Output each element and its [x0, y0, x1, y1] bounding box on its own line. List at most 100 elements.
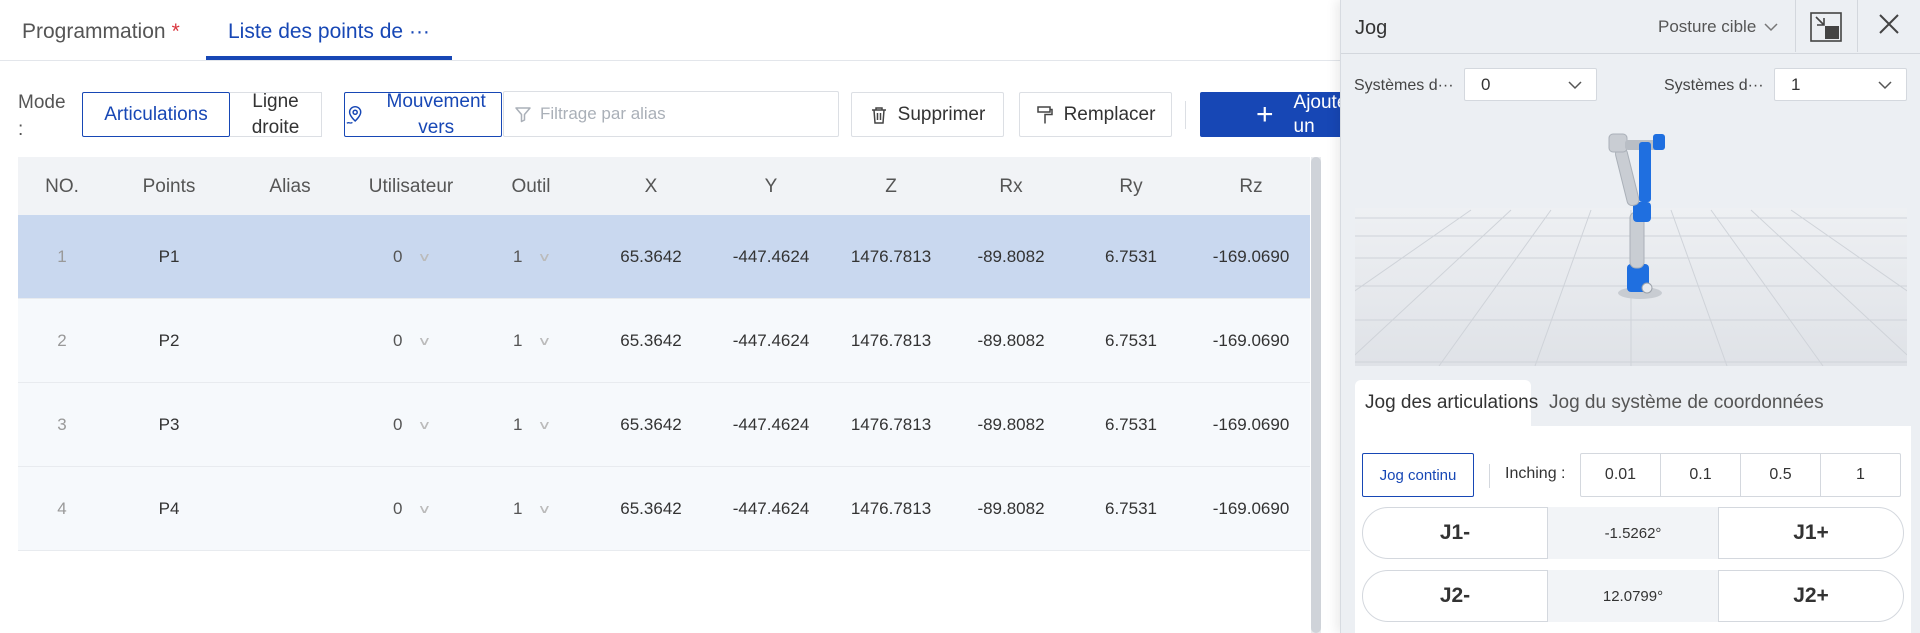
cell-x: 65.3642	[620, 247, 682, 266]
alias-filter[interactable]	[503, 91, 839, 137]
col-header-x: X	[644, 176, 658, 197]
j2-minus-button[interactable]: J2-	[1362, 570, 1548, 622]
col-header-z: Z	[885, 176, 897, 197]
inching-step-option[interactable]: 0.1	[1660, 454, 1740, 496]
tab-coordinate-jog[interactable]: Jog du système de coordonnées	[1539, 380, 1834, 426]
filter-icon	[515, 107, 531, 123]
continuous-jog-button[interactable]: Jog continu	[1362, 453, 1474, 497]
col-header-points: Points	[142, 176, 196, 197]
minimize-icon	[1810, 12, 1842, 42]
user-frame-select[interactable]: 0 ∨	[393, 247, 432, 267]
j2-plus-button[interactable]: J2+	[1718, 570, 1904, 622]
tool-frame-value: 1	[513, 499, 523, 518]
tab-joint-jog[interactable]: Jog des articulations	[1355, 380, 1538, 426]
add-point-button[interactable]: + Ajouter un	[1200, 92, 1345, 137]
table-scrollbar[interactable]	[1311, 157, 1321, 633]
chevron-down-icon: ∨	[537, 418, 552, 432]
user-frame-select[interactable]: 0 ∨	[393, 499, 432, 519]
tool-system-select[interactable]: 1	[1774, 68, 1907, 101]
close-icon	[1879, 14, 1899, 34]
cell-rx: -89.8082	[977, 415, 1045, 434]
tool-frame-select[interactable]: 1 ∨	[513, 247, 552, 267]
mode-line-button[interactable]: Ligne droite	[230, 91, 322, 138]
replace-button[interactable]: Remplacer	[1019, 92, 1172, 137]
location-icon	[346, 105, 362, 124]
cell-y: -447.4624	[732, 247, 810, 266]
paint-roller-icon	[1036, 105, 1053, 123]
robot-3d-viewport[interactable]	[1355, 118, 1907, 366]
user-frame-select[interactable]: 0 ∨	[393, 331, 432, 351]
jog-panel: Jog Posture cible Systèmes d··· 0 Systèm…	[1340, 0, 1920, 633]
cell-rz: -169.0690	[1212, 415, 1290, 434]
tab-label: Liste des points de ···	[228, 20, 430, 43]
tool-frame-select[interactable]: 1 ∨	[513, 499, 552, 519]
mode-articulations-button[interactable]: Articulations	[82, 92, 230, 137]
move-to-button[interactable]: Mouvement vers	[344, 91, 502, 138]
table-row[interactable]: 2 P2 0 ∨ 1 ∨ 65.3642 -447.4624 1476.7813 -…	[18, 299, 1310, 383]
inching-step-option[interactable]: 1	[1820, 454, 1900, 496]
target-posture-dropdown[interactable]: Posture cible	[1658, 17, 1778, 37]
cell-rx: -89.8082	[977, 331, 1045, 350]
joint-row-j2: J2- 12.0799° J2+	[1362, 570, 1904, 622]
plus-icon: +	[1256, 97, 1274, 131]
toolbar-divider	[1185, 101, 1186, 129]
col-header-rz: Rz	[1239, 176, 1263, 197]
user-frame-value: 0	[393, 247, 403, 266]
replace-label: Remplacer	[1063, 103, 1156, 125]
cell-ry: 6.7531	[1105, 499, 1157, 518]
cell-point: P2	[158, 331, 180, 350]
inching-step-option[interactable]: 0.5	[1740, 454, 1820, 496]
table-row[interactable]: 4 P4 0 ∨ 1 ∨ 65.3642 -447.4624 1476.7813 -…	[18, 467, 1310, 551]
tab-label: Programmation	[22, 20, 166, 43]
alias-filter-input[interactable]	[540, 104, 810, 124]
j1-minus-button[interactable]: J1-	[1362, 507, 1548, 559]
tool-frame-value: 1	[513, 247, 523, 266]
col-header-alias: Alias	[269, 176, 311, 197]
mode-label: Mode :	[18, 92, 66, 140]
cell-point: P1	[158, 247, 180, 266]
cell-x: 65.3642	[620, 415, 682, 434]
cell-no: 1	[57, 247, 67, 266]
user-frame-select[interactable]: 0 ∨	[393, 415, 432, 435]
cell-rz: -169.0690	[1212, 499, 1290, 518]
toolbar: Mode : Articulations Ligne droite Mouvem…	[0, 61, 1345, 156]
col-header-user: Utilisateur	[368, 176, 454, 197]
cell-y: -447.4624	[732, 331, 810, 350]
delete-button[interactable]: Supprimer	[851, 92, 1004, 137]
jog-divider	[1489, 464, 1490, 488]
cell-z: 1476.7813	[850, 331, 932, 350]
tool-frame-select[interactable]: 1 ∨	[513, 415, 552, 435]
header-divider	[1795, 0, 1796, 52]
cell-rz: -169.0690	[1212, 331, 1290, 350]
minimize-panel-button[interactable]	[1810, 12, 1842, 42]
chevron-down-icon	[1568, 80, 1582, 89]
col-header-rx: Rx	[999, 176, 1023, 197]
app-root: Programmation * Liste des points de ··· M…	[0, 0, 1920, 633]
cell-ry: 6.7531	[1105, 415, 1157, 434]
col-header-y: Y	[764, 176, 778, 197]
cell-z: 1476.7813	[850, 247, 932, 266]
cell-no: 2	[57, 331, 67, 350]
table-row[interactable]: 1 P1 0 ∨ 1 ∨ 65.3642 -447.4624 1476.7813 -…	[18, 215, 1310, 299]
close-panel-button[interactable]	[1876, 12, 1902, 38]
add-point-label: Ajouter un	[1293, 92, 1345, 137]
chevron-down-icon: ∨	[417, 250, 432, 264]
scrollbar-thumb[interactable]	[1311, 157, 1321, 633]
table-row[interactable]: 3 P3 0 ∨ 1 ∨ 65.3642 -447.4624 1476.7813 -…	[18, 383, 1310, 467]
table-header: NO. Points Alias Utilisateur Outil X Y Z…	[18, 157, 1310, 215]
header-divider	[1857, 0, 1858, 52]
cell-no: 4	[57, 499, 67, 518]
tab-bar: Programmation * Liste des points de ···	[0, 0, 1340, 61]
cell-rx: -89.8082	[977, 499, 1045, 518]
cell-y: -447.4624	[732, 415, 810, 434]
chevron-down-icon: ∨	[537, 334, 552, 348]
j1-plus-button[interactable]: J1+	[1718, 507, 1904, 559]
inching-step-option[interactable]: 0.01	[1581, 454, 1660, 496]
tab-point-list[interactable]: Liste des points de ···	[228, 20, 430, 44]
delete-label: Supprimer	[897, 103, 986, 125]
tab-programmation[interactable]: Programmation *	[22, 20, 180, 44]
user-system-select[interactable]: 0	[1464, 68, 1597, 101]
user-frame-value: 0	[393, 331, 403, 350]
tool-frame-select[interactable]: 1 ∨	[513, 331, 552, 351]
inching-label: Inching :	[1505, 465, 1566, 482]
